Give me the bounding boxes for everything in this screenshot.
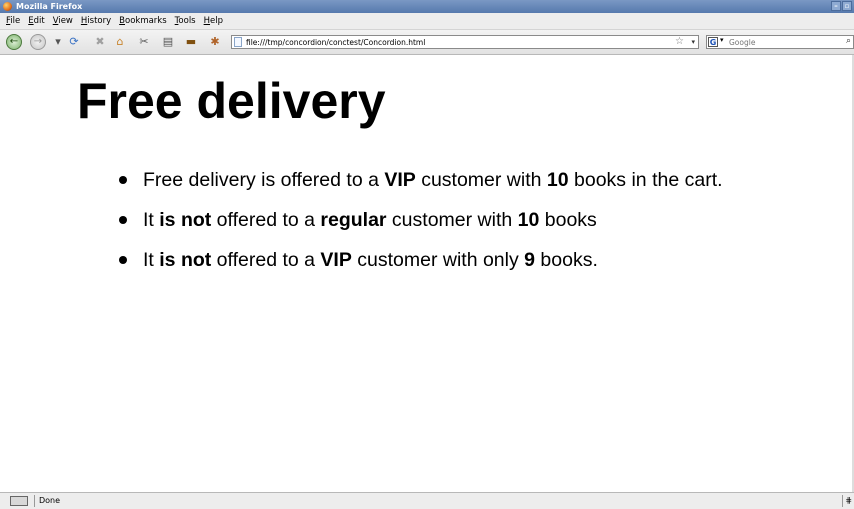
- emphasis-text: 10: [546, 169, 569, 191]
- url-bar[interactable]: ☆ ▾: [231, 35, 699, 49]
- menu-view[interactable]: View: [53, 16, 73, 26]
- emphasis-text: VIP: [320, 249, 352, 271]
- spec-item: It is not offered to a regular customer …: [119, 208, 723, 248]
- body-text: books.: [535, 249, 598, 271]
- minimize-button[interactable]: –: [831, 1, 841, 11]
- status-bar: Done ⋕: [0, 492, 854, 509]
- firefox-logo-icon: [3, 2, 12, 11]
- status-text: Done: [34, 495, 60, 507]
- stop-icon[interactable]: ✖: [92, 35, 108, 49]
- page-info-icon[interactable]: ▤: [160, 35, 176, 49]
- history-dropdown-icon[interactable]: ▾: [50, 35, 66, 49]
- home-icon[interactable]: ⌂: [112, 35, 128, 49]
- search-input[interactable]: [729, 36, 839, 48]
- reload-icon[interactable]: ⟳: [66, 35, 82, 49]
- emphasis-text: 9: [524, 249, 536, 271]
- menu-file[interactable]: File: [6, 16, 20, 26]
- extension-icon[interactable]: ✂: [136, 35, 152, 49]
- menu-edit[interactable]: Edit: [28, 16, 44, 26]
- body-text: It: [143, 209, 160, 231]
- emphasis-text: VIP: [384, 169, 416, 191]
- url-input[interactable]: [246, 36, 666, 48]
- menu-history[interactable]: History: [81, 16, 111, 26]
- status-icon: [10, 496, 28, 506]
- menu-help[interactable]: Help: [204, 16, 223, 26]
- body-text: customer with only: [351, 249, 525, 271]
- engine-dropdown-icon[interactable]: ▾: [720, 36, 724, 44]
- menu-bar: File Edit View History Bookmarks Tools H…: [0, 13, 854, 30]
- maximize-button[interactable]: ▫: [842, 1, 852, 11]
- search-bar[interactable]: G ▾ ⌕: [706, 35, 854, 49]
- body-text: books in the cart.: [568, 169, 723, 191]
- page-heading: Free delivery: [77, 73, 386, 129]
- body-text: books: [539, 209, 597, 231]
- emphasis-text: is not: [159, 209, 212, 231]
- emphasis-text: regular: [320, 209, 387, 231]
- spec-list: Free delivery is offered to a VIP custom…: [119, 168, 723, 288]
- menu-bookmarks[interactable]: Bookmarks: [119, 16, 167, 26]
- window-title: Mozilla Firefox: [16, 2, 83, 11]
- window-titlebar: Mozilla Firefox – ▫: [0, 0, 854, 13]
- emphasis-text: is not: [159, 249, 212, 271]
- search-icon[interactable]: ⌕: [846, 36, 851, 46]
- bookmark-star-icon[interactable]: ☆: [675, 36, 684, 48]
- google-engine-icon[interactable]: G: [708, 37, 718, 47]
- bug-icon[interactable]: ✱: [207, 35, 223, 49]
- back-button[interactable]: ←: [6, 34, 22, 50]
- console-icon[interactable]: ▬: [183, 35, 199, 49]
- body-text: offered to a: [211, 209, 321, 231]
- emphasis-text: 10: [517, 209, 540, 231]
- menu-tools[interactable]: Tools: [175, 16, 196, 26]
- status-panel-icon: ⋕: [842, 495, 852, 507]
- body-text: customer with: [415, 169, 547, 191]
- body-text: customer with: [386, 209, 518, 231]
- page-icon: [234, 37, 242, 47]
- spec-item: Free delivery is offered to a VIP custom…: [119, 168, 723, 208]
- body-text: Free delivery is offered to a: [143, 169, 385, 191]
- spec-item: It is not offered to a VIP customer with…: [119, 248, 723, 288]
- url-dropdown-icon[interactable]: ▾: [691, 36, 695, 48]
- body-text: offered to a: [211, 249, 321, 271]
- body-text: It: [143, 249, 160, 271]
- forward-button[interactable]: →: [30, 34, 46, 50]
- navigation-toolbar: ← → ▾ ⟳ ✖ ⌂ ✂ ▤ ▬ ✱ ☆ ▾ G ▾ ⌕: [0, 30, 854, 55]
